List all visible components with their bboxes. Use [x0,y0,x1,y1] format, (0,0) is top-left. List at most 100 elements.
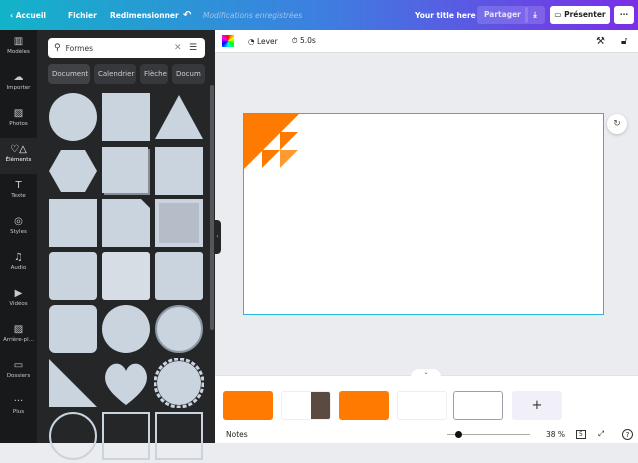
clear-icon[interactable]: ✕ [174,43,182,53]
more-icon: ··· [13,396,24,407]
shape-circle[interactable] [48,92,98,142]
background-icon: ▨ [13,324,24,335]
shape-square[interactable] [101,92,151,142]
shape-heart[interactable] [101,358,151,408]
file-menu[interactable]: Fichier [68,11,97,20]
collapse-panel-handle[interactable]: ‹ [214,220,221,254]
rail-background[interactable]: ▨ Arrière-pl... [0,318,37,354]
bottom-bar: Notes 38 % 5 ⤢ ? [215,425,638,443]
shape-circle-outlined[interactable] [154,304,204,354]
add-page-button[interactable]: + [512,391,562,420]
undo-icon[interactable]: ↶ [183,10,191,21]
shape-triangle[interactable] [154,92,204,142]
text-icon: T [15,180,22,191]
shape-square-framed[interactable] [154,198,204,248]
editor-toolbar: ◔ Lever ⏱ 5.0s ⚒ 🔓︎ [215,30,638,53]
folder-icon: ▭ [13,360,24,371]
color-picker-icon[interactable] [222,35,234,47]
rail-label: Dossiers [6,373,31,379]
side-rail: ▥ Modèles ☁ Importer ▨ Photos ♡△ Éléments TT… [0,30,37,443]
paint-roller-icon[interactable]: ⚒ [596,36,605,47]
rail-styles[interactable]: ◎ Styles [0,210,37,246]
rail-label: Éléments [5,157,32,163]
shape-rounded-square[interactable] [48,251,98,301]
thumbnail-page-4[interactable] [397,391,447,420]
slide-corner-decoration [244,114,299,169]
shape-square-thin[interactable] [154,146,204,196]
shape-rounded-square-4[interactable] [48,304,98,354]
rail-audio[interactable]: ♫ Audio [0,246,37,282]
rotate-icon[interactable]: ↻ [607,114,627,134]
shape-square-outline[interactable] [101,411,151,461]
chip-arrow[interactable]: Flèche [140,64,168,84]
download-icon[interactable]: ⤓ [525,6,545,24]
shape-circle-outline[interactable] [48,411,98,461]
palette-icon: ◎ [14,216,23,227]
shape-circle-2[interactable] [101,304,151,354]
panel-scrollbar[interactable] [210,85,214,330]
filter-icon[interactable]: ☰ [189,43,197,53]
notes-button[interactable]: Notes [226,430,248,439]
rail-photos[interactable]: ▨ Photos [0,102,37,138]
chip-document[interactable]: Document [48,64,90,84]
document-title[interactable]: Your title here [415,11,476,20]
rail-templates[interactable]: ▥ Modèles [0,30,37,66]
resize-menu[interactable]: Redimensionner [110,11,179,20]
rail-label: Vidéos [9,301,28,307]
duration-button[interactable]: ⏱ 5.0s [292,36,316,46]
lift-icon: ◔ [248,36,255,46]
lift-button[interactable]: ◔ Lever [248,37,278,46]
chip-document-2[interactable]: Docum [172,64,205,84]
lock-icon[interactable]: 🔓︎ [621,36,627,47]
elements-panel: ⚲ Formes ✕ ☰ Document Calendrier Flèche … [37,30,215,460]
chevron-down-icon[interactable]: ⌄ [411,369,441,379]
rail-text[interactable]: T Texte [0,174,37,210]
top-bar: ‹ Accueil Fichier Redimensionner ↶ Modif… [0,0,638,30]
present-button[interactable]: ▭ Présenter [550,6,610,24]
share-button[interactable]: Partager [477,6,528,24]
rail-label: Styles [10,229,27,235]
search-input[interactable]: ⚲ Formes ✕ ☰ [48,38,205,58]
shape-scalloped-circle[interactable] [153,357,205,409]
thumbnail-page-3[interactable] [339,391,389,420]
rail-elements[interactable]: ♡△ Éléments [0,138,37,174]
shape-hexagon[interactable] [48,146,98,196]
thumbnail-page-1[interactable] [223,391,273,420]
slide-canvas[interactable] [243,113,604,315]
upload-icon: ☁ [13,72,24,83]
rail-label: Arrière-pl... [3,337,34,343]
shape-rounded-square-2[interactable] [101,251,151,301]
save-status: Modifications enregistrées [203,10,303,20]
present-icon: ▭ [554,10,562,19]
templates-icon: ▥ [13,36,24,47]
shape-square-outline-2[interactable] [154,411,204,461]
fullscreen-icon[interactable]: ⤢ [598,429,604,439]
search-value: Formes [65,43,94,53]
music-icon: ♫ [14,252,23,263]
thumbnail-page-2[interactable] [281,391,331,420]
shape-rounded-square-3[interactable] [154,251,204,301]
shape-square-plain[interactable] [48,198,98,248]
rail-more[interactable]: ··· Plus [0,390,37,426]
zoom-level[interactable]: 38 % [546,430,565,439]
thumbnail-page-5[interactable] [453,391,503,420]
more-button[interactable]: ··· [614,6,634,24]
rail-label: Texte [11,193,26,199]
shape-folded-corner[interactable] [101,198,151,248]
rail-upload[interactable]: ☁ Importer [0,66,37,102]
lift-label: Lever [256,36,278,46]
rail-videos[interactable]: ▶ Vidéos [0,282,37,318]
zoom-slider-knob[interactable] [455,431,463,438]
page-thumbnails: + ⌄ [215,369,638,425]
shape-right-triangle[interactable] [48,358,98,408]
help-button[interactable]: ? [622,428,633,440]
page-count-button[interactable]: 5 [576,429,586,439]
rail-folders[interactable]: ▭ Dossiers [0,354,37,390]
shape-square-shadow[interactable] [101,146,151,196]
home-button[interactable]: ‹ Accueil [10,11,46,20]
chip-calendar[interactable]: Calendrier [94,64,136,84]
duration-label: 5.0s [300,36,316,45]
zoom-slider[interactable] [447,431,530,438]
rail-label: Audio [10,265,27,271]
present-label: Présenter [564,10,606,19]
